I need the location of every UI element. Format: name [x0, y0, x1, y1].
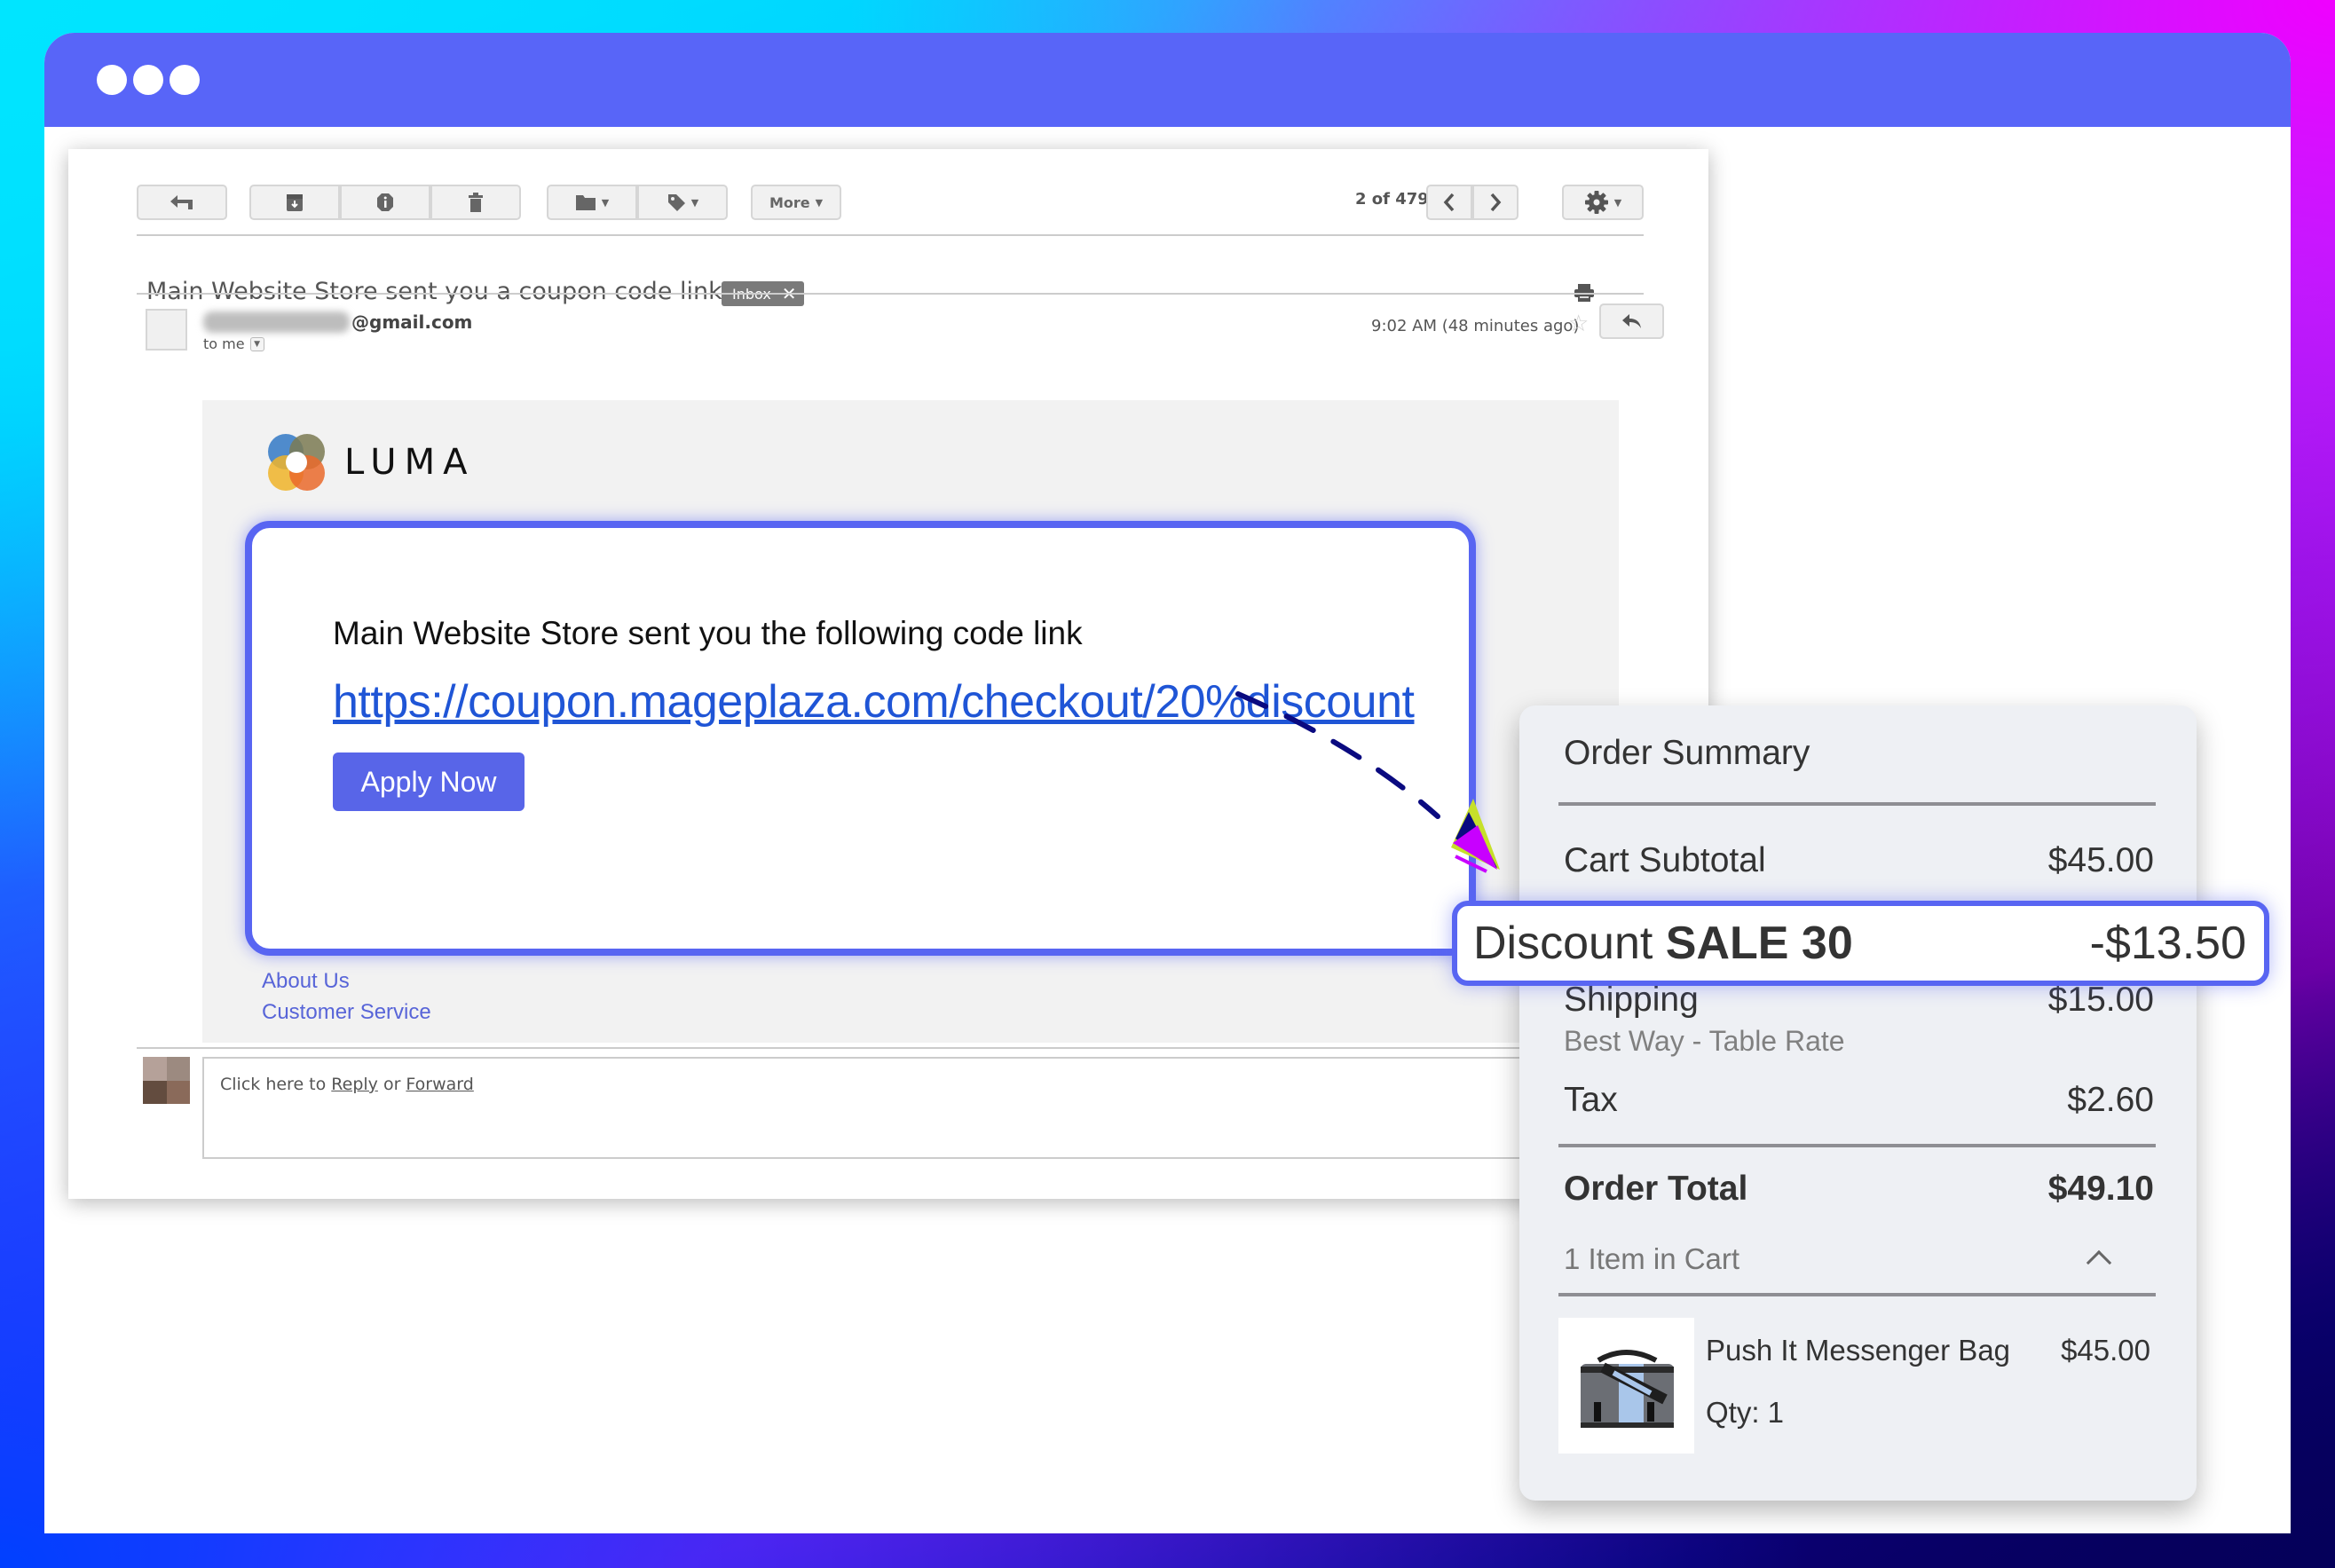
reply-prompt-prefix: Click here to: [220, 1075, 332, 1094]
move-to-button[interactable]: ▼: [547, 185, 637, 220]
reply-arrow-icon: [1621, 314, 1641, 328]
discount-label: Discount SALE 30: [1473, 917, 1853, 970]
discount-row-highlight: Discount SALE 30 -$13.50: [1452, 901, 2269, 986]
sender-avatar: [146, 309, 187, 351]
chevron-up-icon: [2086, 1249, 2112, 1276]
apply-now-button[interactable]: Apply Now: [333, 752, 525, 811]
reply-button[interactable]: [137, 185, 227, 220]
report-spam-icon: [377, 193, 393, 211]
row-label: Shipping: [1564, 981, 1699, 1019]
pager-count: 2 of 479: [1355, 190, 1429, 209]
row-value: $45.00: [2047, 841, 2154, 879]
reply-message-button[interactable]: [1599, 303, 1664, 339]
luma-logo-icon: [268, 434, 325, 491]
star-icon[interactable]: ☆: [1568, 312, 1589, 335]
sender-email-domain: @gmail.com: [351, 311, 473, 333]
discount-code: SALE 30: [1665, 918, 1853, 969]
discount-value: -$13.50: [2089, 918, 2246, 969]
product-qty: Qty: 1: [1706, 1396, 1785, 1429]
email-subject: Main Website Store sent you a coupon cod…: [146, 278, 722, 305]
cart-subtotal-row: Cart Subtotal $45.00: [1564, 841, 2154, 880]
trash-icon: [469, 193, 483, 212]
order-summary-title: Order Summary: [1564, 734, 1810, 772]
quick-reply-box[interactable]: Click here to Reply or Forward: [202, 1057, 1534, 1159]
email-timestamp: 9:02 AM (48 minutes ago): [1371, 317, 1580, 335]
subject-divider: [137, 293, 1644, 295]
sender-email: @gmail.com: [203, 311, 472, 333]
product-price: $45.00: [2061, 1334, 2150, 1367]
toolbar-divider: [137, 234, 1644, 236]
footer-link-customer-service[interactable]: Customer Service: [262, 1000, 431, 1025]
recipient-text: to me: [203, 335, 245, 352]
row-label: Order Total: [1564, 1170, 1748, 1208]
product-name: Push It Messenger Bag: [1706, 1334, 2011, 1367]
gear-icon: [1584, 191, 1608, 214]
window-dot-minimize[interactable]: [133, 65, 163, 95]
tag-icon: [667, 194, 685, 211]
older-button[interactable]: [1472, 185, 1519, 220]
folder-icon: [575, 195, 596, 210]
window-titlebar: [44, 33, 2291, 127]
messenger-bag-icon: [1581, 1350, 1674, 1428]
archive-icon: [287, 194, 303, 211]
row-value: $49.10: [2047, 1170, 2154, 1208]
more-button-label: More: [769, 193, 810, 211]
order-summary-panel: Order Summary Cart Subtotal $45.00 Shipp…: [1519, 705, 2197, 1501]
gmail-message-view: ▼ ▼ More ▼ 2 of 479 ▼ Main Website Store…: [68, 149, 1708, 1199]
recipient-line: to me ▼: [203, 335, 264, 352]
chevron-down-icon: ▼: [1613, 196, 1622, 209]
reply-prompt: Click here to Reply or Forward: [220, 1075, 474, 1094]
user-avatar: [143, 1057, 190, 1104]
luma-logo: LUMA: [264, 430, 475, 494]
coupon-link[interactable]: https://coupon.mageplaza.com/checkout/20…: [333, 675, 1415, 729]
cart-divider: [1558, 1293, 2156, 1296]
shipping-row: Shipping $15.00: [1564, 981, 2154, 1020]
tax-row: Tax $2.60: [1564, 1081, 2154, 1120]
product-thumbnail: [1558, 1318, 1694, 1454]
items-in-cart-label: 1 Item in Cart: [1564, 1242, 1740, 1275]
items-in-cart-toggle[interactable]: 1 Item in Cart: [1564, 1242, 2154, 1276]
coupon-heading: Main Website Store sent you the followin…: [333, 615, 1083, 651]
window-dot-maximize[interactable]: [170, 65, 200, 95]
footer-link-about-us[interactable]: About Us: [262, 969, 350, 994]
coupon-link-card: Main Website Store sent you the followin…: [245, 521, 1476, 956]
archive-button[interactable]: [249, 185, 340, 220]
window-dot-close[interactable]: [97, 65, 127, 95]
reply-arrow-icon: [170, 195, 193, 209]
order-total-row: Order Total $49.10: [1564, 1170, 2154, 1209]
shipping-method: Best Way - Table Rate: [1564, 1025, 1845, 1057]
row-label: Cart Subtotal: [1564, 841, 1766, 879]
sender-name-redacted: [203, 311, 350, 333]
window-controls: [97, 65, 200, 95]
row-label: Tax: [1564, 1081, 1618, 1119]
chevron-down-icon: ▼: [815, 196, 824, 209]
labels-button[interactable]: ▼: [637, 185, 728, 220]
email-body: LUMA Main Website Store sent you the fol…: [202, 400, 1619, 1043]
row-value: $2.60: [2067, 1081, 2154, 1119]
chevron-down-icon: ▼: [601, 196, 610, 209]
brand-name: LUMA: [344, 442, 476, 483]
reply-divider: [137, 1047, 1644, 1049]
settings-button[interactable]: ▼: [1562, 185, 1644, 220]
discount-label-text: Discount: [1473, 918, 1653, 969]
forward-link[interactable]: Forward: [406, 1075, 473, 1094]
show-details-dropdown[interactable]: ▼: [249, 336, 264, 351]
chevron-right-icon: [1490, 193, 1502, 212]
chevron-left-icon: [1443, 193, 1455, 212]
reply-link[interactable]: Reply: [331, 1075, 378, 1094]
delete-button[interactable]: [430, 185, 521, 220]
more-button[interactable]: More ▼: [751, 185, 841, 220]
row-value: $15.00: [2047, 981, 2154, 1019]
totals-divider: [1558, 1144, 2156, 1147]
order-summary-divider: [1558, 802, 2156, 806]
chevron-down-icon: ▼: [690, 196, 699, 209]
report-spam-button[interactable]: [340, 185, 430, 220]
reply-prompt-middle: or: [377, 1075, 406, 1094]
newer-button[interactable]: [1426, 185, 1472, 220]
